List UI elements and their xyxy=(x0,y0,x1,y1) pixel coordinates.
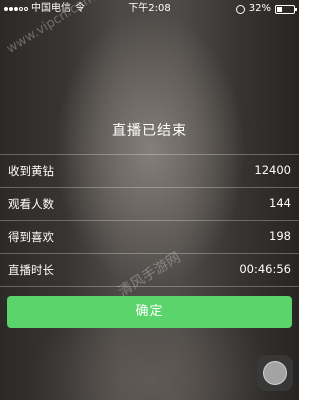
assistive-touch-button[interactable] xyxy=(257,355,293,391)
stat-label: 直播时长 xyxy=(8,263,54,277)
stat-value: 12400 xyxy=(254,163,291,177)
status-right: 32% xyxy=(235,0,297,18)
stat-row-yellow-diamonds: 收到黄钻 12400 xyxy=(0,155,299,186)
battery-icon xyxy=(275,4,297,14)
confirm-button[interactable]: 确定 xyxy=(7,296,292,328)
stat-label: 得到喜欢 xyxy=(8,230,54,244)
stat-label: 观看人数 xyxy=(8,197,54,211)
stat-value: 144 xyxy=(269,196,291,210)
assistive-touch-icon xyxy=(263,361,287,385)
stat-label: 收到黄钻 xyxy=(8,164,54,178)
stat-row-likes: 得到喜欢 198 xyxy=(0,221,299,252)
stat-value: 00:46:56 xyxy=(239,262,291,276)
divider xyxy=(0,286,299,287)
stat-row-viewers: 观看人数 144 xyxy=(0,188,299,219)
page-title: 直播已结束 xyxy=(112,123,187,139)
stat-value: 198 xyxy=(269,229,291,243)
status-bar: 中国电信 令 下午2:08 32% xyxy=(0,0,299,18)
battery-percent: 32% xyxy=(248,3,271,14)
rotation-lock-icon xyxy=(235,4,245,14)
